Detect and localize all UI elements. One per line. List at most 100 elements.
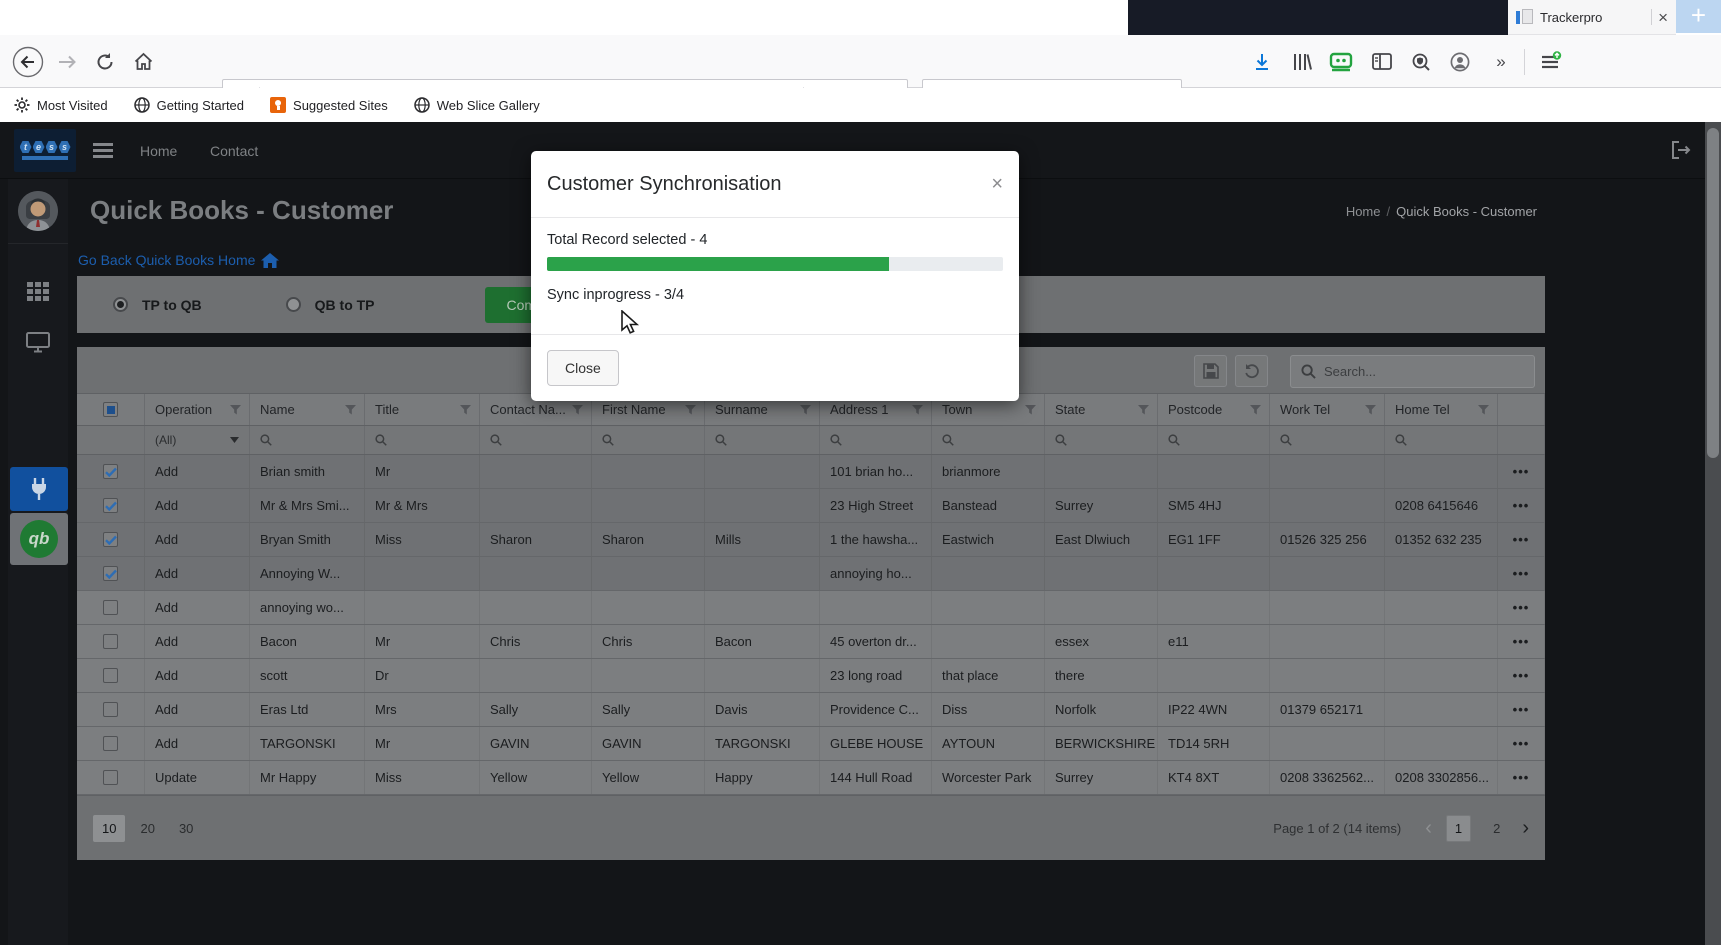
breadcrumb-home[interactable]: Home	[1346, 204, 1381, 219]
row-actions-ellipsis-icon[interactable]: •••	[1498, 727, 1545, 760]
column-header-state[interactable]: State	[1045, 394, 1158, 425]
filter-cell-work-tel[interactable]	[1270, 426, 1385, 454]
bookmark-getting-started[interactable]: Getting Started	[133, 97, 244, 113]
filter-cell-address1[interactable]	[820, 426, 932, 454]
row-checkbox[interactable]	[77, 625, 145, 658]
tab-close-icon[interactable]: ×	[1658, 9, 1668, 26]
roboform-extension-icon[interactable]	[1326, 35, 1356, 88]
filter-funnel-icon[interactable]	[1478, 404, 1489, 415]
logout-icon[interactable]	[1671, 141, 1691, 159]
column-search-icon[interactable]	[942, 434, 954, 446]
account-icon[interactable]	[1446, 35, 1474, 88]
row-actions-ellipsis-icon[interactable]: •••	[1498, 625, 1545, 658]
column-header-title[interactable]: Title	[365, 394, 480, 425]
row-checkbox[interactable]	[77, 761, 145, 794]
row-checkbox[interactable]	[77, 659, 145, 692]
pager-next-icon[interactable]: ›	[1522, 818, 1529, 838]
filter-funnel-icon[interactable]	[1250, 404, 1261, 415]
table-row[interactable]: Add Bryan Smith Miss Sharon Sharon Mills 1 the…	[77, 523, 1545, 557]
row-checkbox[interactable]	[77, 455, 145, 488]
table-row[interactable]: Add Annoying W... annoying ho... •••	[77, 557, 1545, 591]
table-row[interactable]: Add Bacon Mr Chris Chris Bacon 45 overton dr..…	[77, 625, 1545, 659]
pager-page-1[interactable]: 1	[1445, 814, 1472, 842]
filter-cell-contact-name[interactable]	[480, 426, 592, 454]
bookmark-suggested-sites[interactable]: Suggested Sites	[270, 97, 388, 113]
table-row[interactable]: Add annoying wo... •••	[77, 591, 1545, 625]
sidebar-item-grid[interactable]	[8, 282, 68, 302]
app-menu-toggle-icon[interactable]	[93, 143, 113, 158]
home-button[interactable]	[128, 35, 158, 88]
filter-cell-state[interactable]	[1045, 426, 1158, 454]
filter-cell-postcode[interactable]	[1158, 426, 1270, 454]
row-actions-ellipsis-icon[interactable]: •••	[1498, 761, 1545, 794]
sidebar-item-quickbooks[interactable]: qb	[10, 513, 68, 565]
column-search-icon[interactable]	[490, 434, 502, 446]
filter-funnel-icon[interactable]	[685, 404, 696, 415]
sidebar-toggle-icon[interactable]	[1368, 35, 1396, 88]
sidebar-item-monitor[interactable]	[8, 332, 68, 353]
column-search-icon[interactable]	[830, 434, 842, 446]
radio-qb-to-tp[interactable]	[285, 297, 301, 312]
reset-layout-button[interactable]	[1235, 355, 1268, 387]
page-size-10[interactable]: 10	[93, 814, 126, 842]
column-search-icon[interactable]	[1055, 434, 1067, 446]
new-tab-button[interactable]: +	[1676, 0, 1721, 33]
filter-funnel-icon[interactable]	[1138, 404, 1149, 415]
bookmark-web-slice-gallery[interactable]: Web Slice Gallery	[413, 97, 540, 113]
page-size-20[interactable]: 20	[131, 815, 163, 842]
row-checkbox[interactable]	[77, 727, 145, 760]
table-row[interactable]: Add Brian smith Mr 101 brian ho... brianmore…	[77, 455, 1545, 489]
filter-funnel-icon[interactable]	[572, 404, 583, 415]
row-checkbox[interactable]	[77, 693, 145, 726]
row-checkbox[interactable]	[77, 591, 145, 624]
bookmark-most-visited[interactable]: Most Visited	[14, 97, 108, 113]
table-row[interactable]: Update Mr Happy Miss Yellow Yellow Happy 144 H…	[77, 761, 1545, 795]
select-all-checkbox[interactable]	[77, 394, 145, 425]
page-size-30[interactable]: 30	[170, 815, 202, 842]
filter-funnel-icon[interactable]	[1365, 404, 1376, 415]
grid-search-input[interactable]	[1324, 363, 1514, 379]
filter-funnel-icon[interactable]	[1025, 404, 1036, 415]
row-actions-ellipsis-icon[interactable]: •••	[1498, 489, 1545, 522]
column-search-icon[interactable]	[715, 434, 727, 446]
grid-search-box[interactable]	[1290, 354, 1535, 388]
row-checkbox[interactable]	[77, 557, 145, 590]
filter-funnel-icon[interactable]	[800, 404, 811, 415]
table-row[interactable]: Add scott Dr 23 long road that place there •••	[77, 659, 1545, 693]
nav-item-home[interactable]: Home	[140, 122, 177, 179]
column-search-icon[interactable]	[260, 434, 272, 446]
menu-hamburger-icon[interactable]	[1534, 35, 1568, 88]
filter-operation-dropdown[interactable]: (All)	[145, 426, 250, 454]
row-checkbox[interactable]	[77, 489, 145, 522]
pager-prev-icon[interactable]: ‹	[1425, 818, 1432, 838]
forward-button[interactable]	[52, 35, 82, 88]
column-search-icon[interactable]	[1280, 434, 1292, 446]
row-actions-ellipsis-icon[interactable]: •••	[1498, 455, 1545, 488]
filter-funnel-icon[interactable]	[460, 404, 471, 415]
modal-close-icon[interactable]: ×	[991, 174, 1003, 194]
row-actions-ellipsis-icon[interactable]: •••	[1498, 693, 1545, 726]
table-row[interactable]: Add Mr & Mrs Smi... Mr & Mrs 23 High Street…	[77, 489, 1545, 523]
sidebar-user-avatar[interactable]	[8, 191, 68, 231]
filter-cell-home-tel[interactable]	[1385, 426, 1498, 454]
column-header-work-tel[interactable]: Work Tel	[1270, 394, 1385, 425]
filter-funnel-icon[interactable]	[912, 404, 923, 415]
row-actions-ellipsis-icon[interactable]: •••	[1498, 591, 1545, 624]
column-search-icon[interactable]	[602, 434, 614, 446]
column-header-name[interactable]: Name	[250, 394, 365, 425]
save-layout-button[interactable]	[1194, 355, 1227, 387]
column-header-postcode[interactable]: Postcode	[1158, 394, 1270, 425]
sidebar-item-integrations-active[interactable]	[10, 467, 68, 511]
filter-cell-name[interactable]	[250, 426, 365, 454]
go-back-quickbooks-link[interactable]: Go Back Quick Books Home	[78, 252, 280, 268]
table-row[interactable]: Add Eras Ltd Mrs Sally Sally Davis Providence …	[77, 693, 1545, 727]
row-actions-ellipsis-icon[interactable]: •••	[1498, 659, 1545, 692]
downloads-icon[interactable]	[1248, 35, 1276, 88]
filter-funnel-icon[interactable]	[345, 404, 356, 415]
library-icon[interactable]	[1288, 35, 1316, 88]
tess-logo[interactable]: tess	[14, 129, 76, 172]
table-row[interactable]: Add TARGONSKI Mr GAVIN GAVIN TARGONSKI GLEBE H…	[77, 727, 1545, 761]
page-scrollbar[interactable]	[1705, 122, 1721, 945]
back-button[interactable]	[10, 35, 46, 88]
filter-cell-town[interactable]	[932, 426, 1045, 454]
